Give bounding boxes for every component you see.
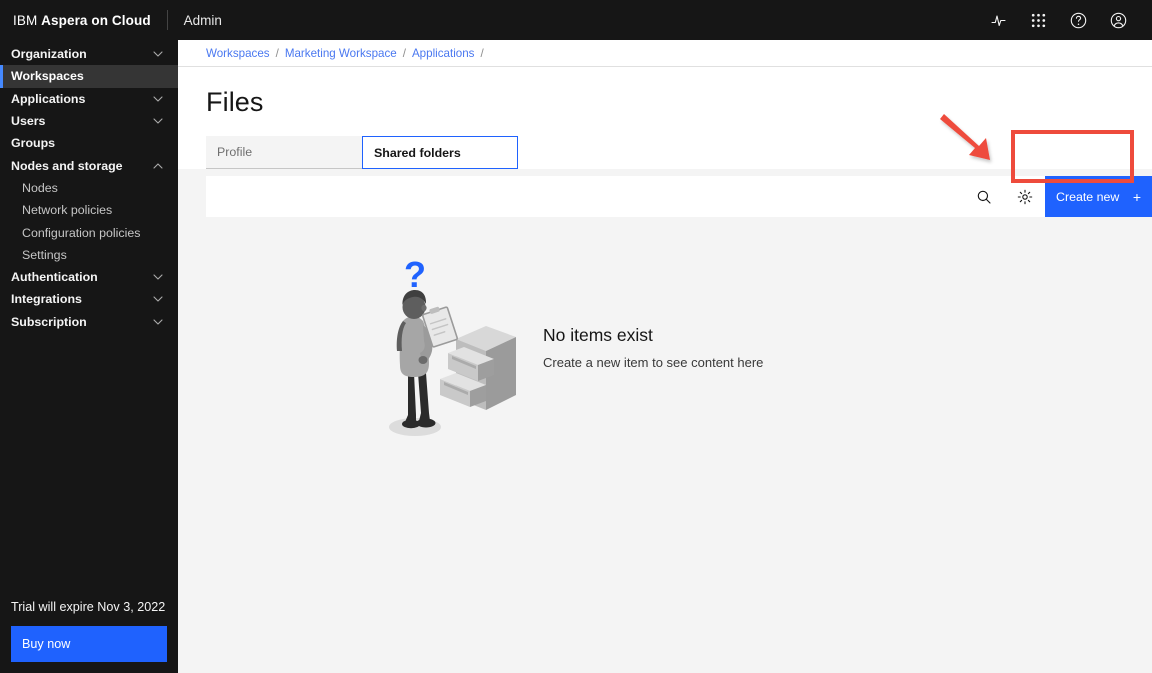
breadcrumb-link-applications[interactable]: Applications	[412, 47, 475, 60]
sidebar-item-label: Applications	[11, 91, 86, 106]
breadcrumb: Workspaces / Marketing Workspace / Applicati…	[178, 40, 1152, 67]
sidebar-item-label: Nodes and storage	[11, 158, 123, 173]
sidebar-item-authentication[interactable]: Authentication	[0, 266, 178, 288]
sidebar-item-integrations[interactable]: Integrations	[0, 288, 178, 310]
main-content: Workspaces / Marketing Workspace / Applicati…	[178, 40, 1152, 673]
brand-prefix: IBM	[13, 12, 42, 28]
empty-state: ? No items exist Create a new item to se…	[378, 254, 763, 445]
sidebar-nav: Organization Workspaces Applications Users G…	[0, 40, 178, 600]
breadcrumb-link-workspaces[interactable]: Workspaces	[206, 47, 270, 60]
page-title: Files	[206, 87, 264, 117]
sidebar-subitem-label: Network policies	[22, 203, 113, 218]
chevron-down-icon	[152, 93, 164, 105]
breadcrumb-link-marketing-workspace[interactable]: Marketing Workspace	[285, 47, 397, 60]
breadcrumb-separator: /	[402, 46, 406, 60]
sidebar-item-organization[interactable]: Organization	[0, 43, 178, 65]
sidebar-item-subscription[interactable]: Subscription	[0, 311, 178, 333]
gear-icon[interactable]	[1004, 176, 1045, 217]
chevron-down-icon	[152, 316, 164, 328]
tab-shared-folders[interactable]: Shared folders	[362, 136, 518, 169]
trial-expiry-text: Trial will expire Nov 3, 2022	[11, 600, 166, 614]
sidebar-subitem-settings[interactable]: Settings	[0, 244, 178, 266]
header-icon-group	[978, 0, 1152, 40]
tab-profile[interactable]: Profile	[206, 136, 362, 169]
header-divider	[166, 10, 168, 30]
chevron-down-icon	[152, 293, 164, 305]
breadcrumb-separator: /	[480, 46, 484, 60]
sidebar-item-label: Integrations	[11, 292, 82, 307]
sidebar-item-applications[interactable]: Applications	[0, 88, 178, 110]
sidebar-item-label: Groups	[11, 136, 56, 151]
user-avatar-icon[interactable]	[1098, 0, 1138, 40]
sidebar-item-users[interactable]: Users	[0, 110, 178, 132]
tab-label: Profile	[217, 145, 253, 159]
sidebar-item-label: Authentication	[11, 270, 98, 285]
app-switcher-icon[interactable]	[1018, 0, 1058, 40]
create-new-label: Create new	[1056, 189, 1120, 204]
empty-state-subtitle: Create a new item to see content here	[543, 354, 764, 370]
sidebar-item-label: Workspaces	[11, 69, 84, 84]
sidebar-item-nodes-and-storage[interactable]: Nodes and storage	[0, 154, 178, 176]
sidebar-subitem-nodes[interactable]: Nodes	[0, 177, 178, 199]
help-icon[interactable]	[1058, 0, 1098, 40]
brand-logo[interactable]: IBM Aspera on Cloud	[0, 13, 151, 28]
question-mark-glyph: ?	[404, 254, 426, 295]
empty-state-title: No items exist	[543, 324, 653, 345]
chevron-down-icon	[152, 271, 164, 283]
plus-icon: +	[1132, 188, 1141, 205]
top-header-bar: IBM Aspera on Cloud Admin	[0, 0, 1152, 40]
sidebar-item-groups[interactable]: Groups	[0, 132, 178, 154]
sidebar-item-label: Subscription	[11, 314, 87, 329]
sidebar-item-label: Organization	[11, 47, 87, 62]
chevron-down-icon	[152, 115, 164, 127]
empty-state-text: No items exist Create a new item to see …	[543, 325, 763, 376]
app-window: IBM Aspera on Cloud Admin Organization W…	[0, 0, 1152, 673]
sidebar-item-label: Users	[11, 114, 46, 129]
sidebar-item-workspaces[interactable]: Workspaces	[0, 65, 178, 88]
sidebar-subitem-configuration-policies[interactable]: Configuration policies	[0, 221, 178, 243]
chevron-down-icon	[152, 48, 164, 60]
tab-bar: Profile Shared folders	[206, 136, 1152, 169]
brand-name: Aspera on Cloud	[41, 12, 151, 28]
chevron-up-icon	[152, 160, 164, 172]
svg-text:?: ?	[404, 255, 426, 295]
sidebar-subitem-label: Nodes	[22, 180, 58, 195]
admin-link[interactable]: Admin	[184, 13, 222, 28]
sidebar-subitem-label: Configuration policies	[22, 225, 141, 240]
sidebar-subitem-label: Settings	[22, 247, 67, 262]
activity-icon[interactable]	[978, 0, 1018, 40]
person-with-filing-cabinet-illustration: ?	[378, 254, 528, 445]
tab-label: Shared folders	[374, 145, 461, 160]
tab-bar-filler	[518, 136, 1152, 169]
trial-section: Trial will expire Nov 3, 2022 Buy now	[0, 600, 178, 673]
page-header: Files Profile Shared folders	[178, 67, 1152, 169]
left-sidebar: Organization Workspaces Applications Users G…	[0, 40, 178, 673]
content-toolbar: Create new +	[206, 176, 1152, 217]
search-icon[interactable]	[963, 176, 1004, 217]
buy-now-button[interactable]: Buy now	[11, 626, 167, 662]
sidebar-subitem-network-policies[interactable]: Network policies	[0, 199, 178, 221]
breadcrumb-separator: /	[275, 46, 279, 60]
create-new-button[interactable]: Create new +	[1045, 176, 1152, 217]
